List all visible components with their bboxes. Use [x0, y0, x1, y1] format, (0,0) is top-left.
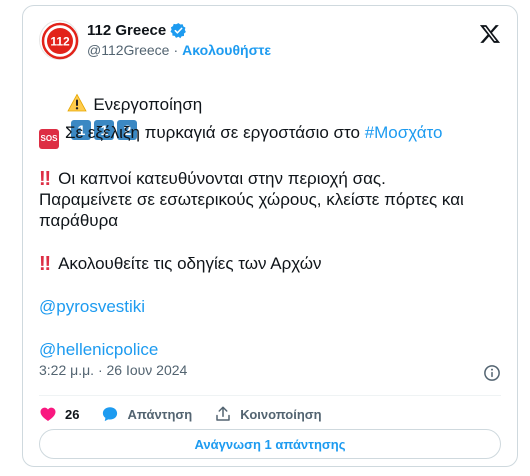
double-exclamation-icon: ‼ [39, 253, 51, 275]
tweet-line-fire: SOS Σε εξέλιξη πυρκαγιά σε εργοστάσιο στο… [39, 121, 501, 149]
read-replies-button[interactable]: Ανάγνωση 1 απάντησης [39, 429, 501, 459]
sos-icon: SOS [39, 129, 59, 149]
tweet-actions: 26 Απάντηση Κοινοποίηση [39, 402, 344, 426]
112-logo-icon: 112 [41, 22, 79, 60]
mention-hellenicpolice-link[interactable]: @hellenicpolice [39, 340, 158, 359]
reply-button[interactable]: Απάντηση [101, 405, 192, 423]
verified-badge-icon [170, 23, 187, 39]
like-button[interactable]: 26 [39, 405, 79, 423]
like-count: 26 [65, 406, 80, 422]
handle-separator: · [173, 42, 179, 58]
timestamp-link[interactable]: 3:22 μ.μ. · 26 Ιουν 2024 [39, 362, 187, 378]
smoke-text: Οι καπνοί κατευθύνονται στην περιοχή σας… [58, 169, 386, 188]
double-exclamation-icon: ‼ [39, 168, 51, 190]
fire-text: Σε εξέλιξη πυρκαγιά σε εργοστάσιο στο [65, 123, 360, 142]
activation-text: Ενεργοποίηση [93, 95, 203, 114]
svg-text:112: 112 [50, 35, 70, 49]
account-name[interactable]: 112 Greece [87, 22, 166, 39]
reply-label: Απάντηση [127, 406, 193, 422]
tweet-line-stay-inside: Παραμείνετε σε εσωτερικούς χώρους, κλείσ… [39, 190, 464, 209]
share-label: Κοινοποίηση [240, 406, 322, 422]
tweet-line-windows: παράθυρα [39, 211, 119, 230]
warning-icon [67, 93, 88, 112]
tweet-header: 112 112 Greece @112Greece · Ακολουθήστε [39, 20, 501, 64]
x-logo-icon[interactable] [479, 23, 501, 45]
account-handle[interactable]: @112Greece [87, 42, 169, 58]
tweet-line-instructions: ‼ Ακολουθείτε τις οδηγίες των Αρχών [39, 252, 501, 276]
reply-bubble-icon [103, 407, 118, 422]
follow-button[interactable]: Ακολουθήστε [182, 42, 271, 58]
tweet-meta: 3:22 μ.μ. · 26 Ιουν 2024 [39, 362, 501, 384]
instructions-text: Ακολουθείτε τις οδηγίες των Αρχών [58, 254, 322, 273]
share-icon [216, 406, 230, 421]
heart-icon [40, 407, 56, 421]
mention-pyrosvestiki-link[interactable]: @pyrosvestiki [39, 297, 145, 316]
share-button[interactable]: Κοινοποίηση [214, 405, 322, 423]
avatar[interactable]: 112 [39, 20, 79, 60]
tweet-card: 112 112 Greece @112Greece · Ακολουθήστε … [22, 5, 518, 467]
divider [39, 395, 501, 396]
tweet-line-activation: Ενεργοποίηση 112 [39, 70, 501, 163]
info-icon[interactable] [483, 364, 501, 382]
hashtag-link[interactable]: #Μοσχάτο [365, 123, 443, 142]
